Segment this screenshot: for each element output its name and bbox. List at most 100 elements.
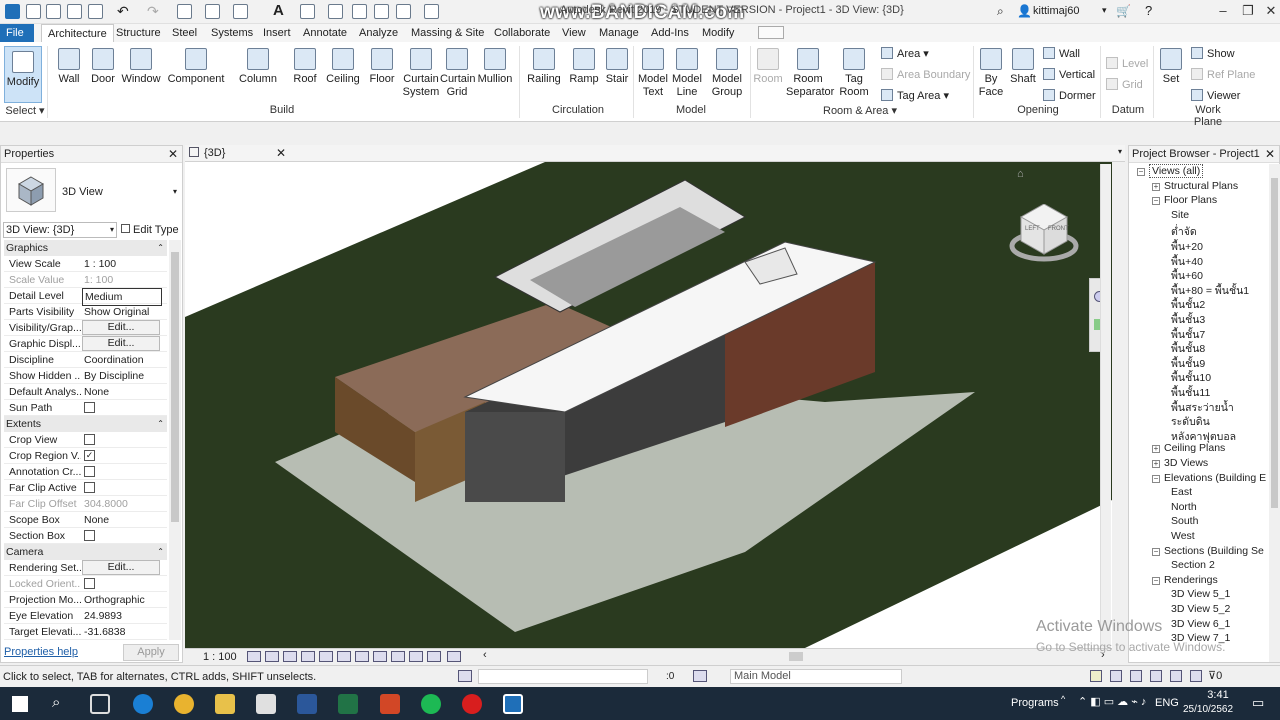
user-icon[interactable]: 👤	[1017, 4, 1032, 18]
cart-icon[interactable]: 🛒	[1116, 4, 1131, 18]
property-row[interactable]: Eye Elevation 24.9893	[4, 608, 167, 624]
scrollbar-thumb[interactable]	[1271, 178, 1278, 508]
shaft-button[interactable]: Shaft	[1008, 48, 1038, 86]
by-face-button[interactable]: By Face	[977, 48, 1005, 99]
revit-logo-icon[interactable]	[5, 4, 20, 19]
minimize-button[interactable]: –	[1212, 3, 1234, 20]
measure-icon[interactable]	[205, 4, 220, 19]
tab-collaborate[interactable]: Collaborate	[488, 24, 556, 42]
property-row[interactable]: Far Clip Active	[4, 480, 167, 496]
store-icon[interactable]	[256, 694, 276, 714]
browser-item[interactable]: Site	[1171, 209, 1189, 221]
edit-type-button[interactable]: Edit Type	[121, 222, 179, 238]
redo-icon[interactable]: ↷	[147, 3, 159, 20]
property-row[interactable]: Target Elevati... -31.6838	[4, 624, 167, 640]
drag-on-selection-icon[interactable]	[1170, 670, 1182, 682]
grid-button[interactable]: Grid	[1106, 78, 1143, 91]
powerpoint-icon[interactable]	[380, 694, 400, 714]
property-value[interactable]: Coordination	[82, 352, 162, 368]
property-row[interactable]: Section Box	[4, 528, 167, 544]
tab-insert[interactable]: Insert	[257, 24, 297, 42]
browser-item[interactable]: − Floor Plans	[1152, 194, 1217, 206]
horizontal-scroll-thumb[interactable]	[789, 652, 803, 661]
room-area-group[interactable]: Room & Area ▾	[820, 104, 900, 117]
notifications-icon[interactable]: ▭	[1252, 695, 1264, 711]
word-icon[interactable]	[297, 694, 317, 714]
folder-icon[interactable]	[46, 4, 61, 19]
windows-start-icon[interactable]	[12, 696, 28, 712]
sync-icon[interactable]	[88, 4, 103, 19]
property-row[interactable]: Scale Value 1: 100	[4, 272, 167, 288]
property-row[interactable]: Show Hidden ... By Discipline	[4, 368, 167, 384]
property-row[interactable]: Discipline Coordination	[4, 352, 167, 368]
help-icon[interactable]: ?	[1145, 3, 1152, 18]
property-value[interactable]: -31.6838	[82, 624, 162, 640]
property-value[interactable]: 24.9893	[82, 608, 162, 624]
property-value[interactable]: 1 : 100	[82, 256, 162, 272]
text-icon[interactable]: A	[273, 2, 284, 19]
tab-systems[interactable]: Systems	[205, 24, 259, 42]
property-row[interactable]: Scope Box None	[4, 512, 167, 528]
clock-time[interactable]: 3:41	[1198, 689, 1238, 701]
camera-section[interactable]: Camera ⌃	[4, 544, 167, 560]
user-name[interactable]: kittimaj60	[1033, 5, 1079, 17]
vertical-opening-button[interactable]: Vertical	[1043, 68, 1095, 81]
tab-structure[interactable]: Structure	[110, 24, 167, 42]
filter-icon[interactable]: ⊽0	[1208, 669, 1222, 682]
workset-dropdown[interactable]	[478, 669, 648, 684]
excel-icon[interactable]	[338, 694, 358, 714]
view-cube-front[interactable]: FRONT	[1048, 226, 1069, 232]
design-option-dropdown[interactable]: Main Model	[730, 669, 902, 684]
select-by-face-icon[interactable]	[1150, 670, 1162, 682]
clock-date[interactable]: 25/10/2562	[1183, 704, 1233, 715]
edit-button[interactable]: Edit...	[82, 560, 160, 575]
property-checkbox[interactable]	[84, 402, 95, 413]
viewport-vscrollbar[interactable]	[1100, 164, 1111, 648]
ceiling-button[interactable]: Ceiling	[324, 48, 362, 86]
browser-item[interactable]: South	[1171, 515, 1198, 527]
railing-button[interactable]: Railing	[526, 48, 562, 86]
analytical-model-icon[interactable]	[447, 651, 461, 662]
room-button[interactable]: Room	[753, 48, 783, 86]
property-value[interactable]: By Discipline	[82, 368, 162, 384]
properties-scrollbar[interactable]	[169, 240, 181, 640]
view-tabs-menu-icon[interactable]: ▾	[1118, 147, 1122, 156]
door-button[interactable]: Door	[88, 48, 118, 86]
browser-item[interactable]: Section 2	[1171, 559, 1215, 571]
expand-icon[interactable]: +	[1152, 460, 1160, 468]
set-work-plane-button[interactable]: Set	[1157, 48, 1185, 86]
curtain-system-button[interactable]: Curtain System	[402, 48, 440, 99]
mullion-button[interactable]: Mullion	[476, 48, 514, 86]
property-checkbox[interactable]	[84, 482, 95, 493]
rendering-icon[interactable]	[319, 651, 333, 662]
graphics-section[interactable]: Graphics ⌃	[4, 240, 167, 256]
property-row[interactable]: Visibility/Grap... Edit...	[4, 320, 167, 336]
property-value[interactable]: 304.8000	[82, 496, 162, 512]
tray-icons[interactable]: ⌃ ◧ ▭ ☁ ⌁ ♪	[1078, 695, 1146, 708]
area-boundary-button[interactable]: Area Boundary	[881, 68, 970, 81]
view-selector[interactable]: 3D View: {3D} ▾	[3, 222, 117, 238]
programs-label[interactable]: Programs	[1011, 697, 1059, 709]
file-explorer-icon[interactable]	[215, 694, 235, 714]
open-icon[interactable]	[26, 4, 41, 19]
browser-item[interactable]: 3D View 5_2	[1171, 603, 1230, 615]
property-row[interactable]: Sun Path	[4, 400, 167, 416]
undo-icon[interactable]: ↶	[117, 3, 129, 20]
window-button[interactable]: Window	[121, 48, 161, 86]
property-value[interactable]: 1: 100	[82, 272, 162, 288]
property-row[interactable]: Far Clip Offset 304.8000	[4, 496, 167, 512]
show-work-plane-button[interactable]: Show	[1191, 47, 1235, 60]
sun-path-icon[interactable]	[283, 651, 297, 662]
tab-manage[interactable]: Manage	[593, 24, 645, 42]
property-value[interactable]: Orthographic	[82, 592, 162, 608]
property-row[interactable]: Detail Level Medium	[4, 288, 167, 306]
property-value[interactable]: Show Original	[82, 304, 162, 320]
3d-view-icon[interactable]	[300, 4, 315, 19]
ramp-button[interactable]: Ramp	[568, 48, 600, 86]
browser-item[interactable]: West	[1171, 530, 1195, 542]
curtain-grid-button[interactable]: Curtain Grid	[440, 48, 475, 99]
model-line-button[interactable]: Model Line	[671, 48, 703, 99]
search-icon[interactable]: ⌕	[52, 694, 60, 711]
chevron-down-icon[interactable]: ▾	[1102, 5, 1107, 16]
expand-icon[interactable]: +	[1152, 182, 1160, 191]
